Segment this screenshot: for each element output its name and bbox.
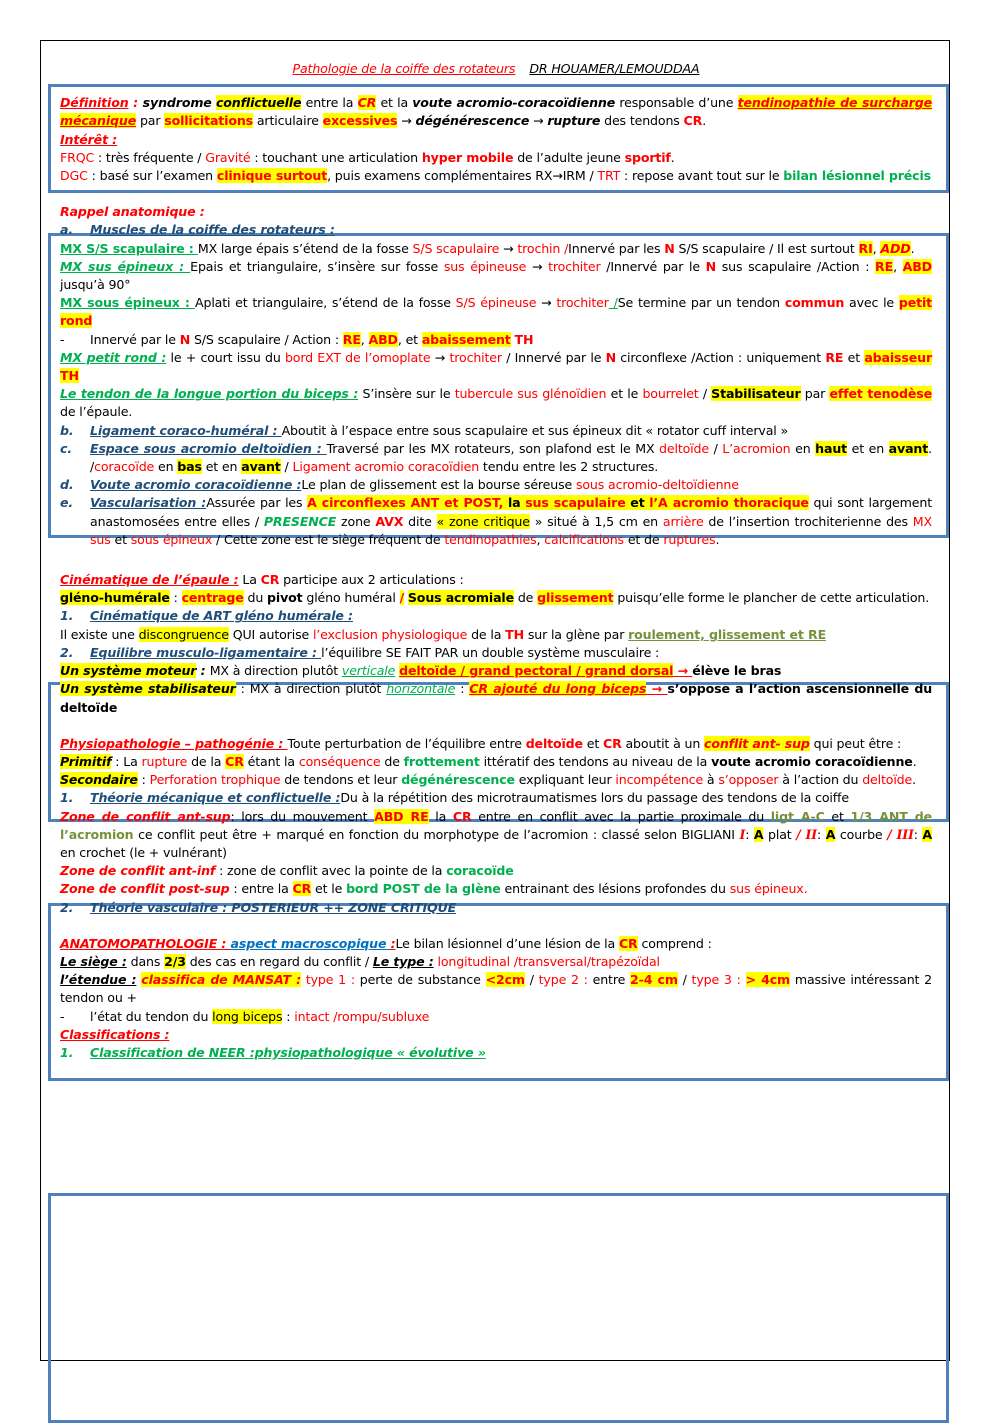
cinematique-sub-2: 2. Equilibre musculo-ligamentaire : l’équ… [60,644,660,660]
interet-line-1: FRQC : très fréquente / Gravité : toucha… [60,149,675,165]
cinematique-sub-1: 1. Cinématique de ART gléno humérale : [60,608,353,624]
muscle-sus-epineux: MX sus épineux : Epais et triangulaire, … [60,258,932,293]
systeme-stabilisateur: Un système stabilisateur : MX à directio… [60,681,933,715]
theorie-mecanique: 1. Théorie mécanique et conflictuelle :Du… [60,790,849,806]
cinematique-articulations: gléno-humérale : centrage du pivot gléno… [60,590,930,606]
document-body: Pathologie de la coiffe des rotateurs DR … [60,60,932,1062]
definition-paragraph: Définition : syndrome conflictuelle entr… [60,95,932,129]
zone-conflit-post-sup: Zone de conflit post-sup : entre la CR e… [60,881,808,897]
interet-line-2: DGC : basé sur l’examen clinique surtout… [60,168,932,184]
muscle-petit-rond: MX petit rond : le + court issu du bord … [60,349,933,384]
anapath-etendue: l’étendue : classifica de MANSAT : type … [60,972,933,1006]
theorie-vasculaire: 2. Théorie vasculaire : POSTERIEUR ++ ZON… [60,899,457,915]
title-text: Pathologie de la coiffe des rotateurs [292,61,516,76]
physio-intro: Physiopathologie – pathogénie : Toute pe… [60,735,902,751]
muscle-sous-scapulaire: MX S/S scapulaire : MX large épais s’éte… [60,240,915,256]
cinematique-intro: Cinématique de l’épaule : La CR particip… [60,572,464,588]
cinematique-sub-1-text: Il existe une discongruence QUI autorise… [60,626,827,642]
muscle-sous-epineux-innervation: - Innervé par le N S/S scapulaire / Actio… [60,331,534,347]
authors-text: DR HOUAMER/LEMOUDDAA [529,61,700,76]
zone-conflit-ant-sup: Zone de conflit ant-sup: lors du mouveme… [60,808,932,860]
rappel-a: a. Muscles de la coiffe des rotateurs : [60,222,335,238]
classification-neer: 1. Classification de NEER :physiopatholog… [60,1044,486,1060]
rappel-e: e. Vascularisation :Assurée par les A cir… [60,495,932,547]
physio-secondaire: Secondaire : Perforation trophique de te… [60,772,916,788]
anapath-biceps: - l’état du tendon du long biceps : intac… [60,1008,430,1024]
zone-conflit-ant-inf: Zone de conflit ant-inf : zone de confli… [60,863,514,879]
physio-primitif: Primitif : La rupture de la CR étant la … [60,753,917,769]
anapath-siege: Le siège : dans 2/3 des cas en regard du… [60,953,660,969]
tendon-longue-portion-biceps: Le tendon de la longue portion du biceps… [60,386,932,420]
rappel-c: c. Espace sous acromio deltoïdien : Trave… [60,440,932,475]
physio-heading: Physiopathologie – pathogénie : [60,735,288,751]
cinematique-heading: Cinématique de l’épaule : [60,572,239,588]
definition-heading: Définition [60,95,129,111]
classifications-heading: Classifications : [60,1026,170,1042]
anapath-intro: ANATOMOPATHOLOGIE : aspect macroscopique… [60,935,712,951]
anapath-heading: ANATOMOPATHOLOGIE [60,935,218,951]
muscle-sous-epineux: MX sous épineux : Aplati et triangulaire… [60,295,932,329]
interet-heading: Intérêt : [60,131,118,147]
rappel-heading: Rappel anatomique : [60,204,205,220]
systeme-moteur: Un système moteur : MX à direction plutô… [60,663,782,679]
document-title: Pathologie de la coiffe des rotateurs DR … [60,60,932,78]
rappel-d: d. Voute acromio coracoïdienne :Le plan d… [60,477,739,493]
rappel-b: b. Ligament coraco-huméral : Aboutit à l’… [60,422,789,438]
